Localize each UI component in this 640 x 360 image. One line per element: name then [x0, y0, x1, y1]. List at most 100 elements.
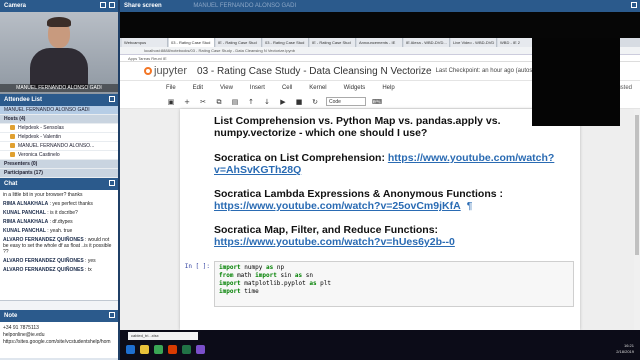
menu-item-help[interactable]: Help — [382, 85, 394, 91]
move-down-icon[interactable]: ↓ — [262, 97, 272, 107]
taskbar-icons — [126, 345, 205, 354]
attendee-item[interactable]: MANUEL FERNANDO ALONSO... — [0, 142, 118, 151]
browser-tab[interactable]: 03 - Rating Case Stud — [263, 38, 309, 47]
restart-icon[interactable]: ↻ — [310, 97, 320, 107]
menu-item-edit[interactable]: Edit — [193, 85, 203, 91]
maximize-icon[interactable] — [109, 312, 115, 318]
stop-icon[interactable]: ■ — [294, 97, 304, 107]
chat-sender: ALVARO FERNANDEZ QUIÑONES — [3, 258, 84, 264]
chat-input[interactable] — [0, 300, 118, 310]
download-item[interactable]: cabled_tri...xlsx — [128, 332, 198, 340]
notebook-scrollbar[interactable] — [634, 109, 640, 330]
maximize-icon[interactable] — [631, 2, 637, 8]
code-keyword: import — [219, 280, 241, 287]
copy-icon[interactable]: ⧉ — [214, 97, 224, 107]
attendee-label: MANUEL FERNANDO ALONSO GADI — [4, 107, 90, 113]
b1-link-part2[interactable]: v=AhSvKGTh28Q — [214, 164, 301, 176]
camera-video: MANUEL FERNANDO ALONSO GADI — [0, 12, 118, 94]
paste-icon[interactable]: ▤ — [230, 97, 240, 107]
cell-type-select[interactable]: Code — [326, 97, 366, 106]
chat-title-label: Chat — [4, 181, 18, 187]
menu-item-kernel[interactable]: Kernel — [309, 85, 326, 91]
file-explorer-icon[interactable] — [140, 345, 149, 354]
chat-sender: RIMA ALNAKHALA — [3, 219, 49, 225]
minimize-icon[interactable] — [100, 2, 106, 8]
maximize-icon[interactable] — [109, 2, 115, 8]
code-keyword: as — [309, 280, 317, 287]
jupyter-logo[interactable]: jupyter — [144, 65, 187, 77]
code-line: import time — [219, 288, 569, 296]
note-phone: +34 91 7875113 — [3, 325, 39, 331]
excel-icon[interactable] — [182, 345, 191, 354]
attendee-list: MANUEL FERNANDO ALONSO GADI Hosts (4) Help… — [0, 106, 118, 178]
clock-date: 2/18/2019 — [616, 349, 634, 354]
jupyter-orb-icon — [144, 67, 152, 75]
chat-text: : is it dscribe? — [47, 210, 78, 216]
browser-tab[interactable]: Live Video - WBD-DVD — [451, 38, 497, 47]
chat-text: : df.dtypes — [49, 219, 73, 225]
b1-link-part1[interactable]: https://www.youtube.com/watch? — [388, 152, 554, 164]
checkpoint-status: Last Checkpoint: an hour ago (autosaved) — [435, 68, 548, 74]
attendee-label: Hosts (4) — [4, 116, 26, 122]
code-editor[interactable]: import numpy as np from math import sin a… — [214, 261, 574, 307]
code-token: time — [240, 288, 259, 295]
menu-item-widgets[interactable]: Widgets — [344, 85, 366, 91]
attendee-item[interactable]: Hosts (4) — [0, 115, 118, 124]
browser-tab[interactable]: Webcampus — [122, 38, 168, 47]
user-icon — [10, 134, 15, 140]
attendee-item[interactable]: Helpdesk - Valentin — [0, 133, 118, 142]
chat-text: : yes perfect thanks — [49, 201, 93, 207]
code-token: matplotlib.pyplot — [240, 280, 310, 287]
chat-text: : yeah. true — [47, 228, 73, 234]
notebook-title[interactable]: 03 - Rating Case Study - Data Cleansing … — [197, 66, 432, 77]
cut-icon[interactable]: ✂ — [198, 97, 208, 107]
code-keyword: from — [219, 272, 234, 279]
b2-label: Socratica Lambda Expressions & Anonymous… — [214, 188, 504, 200]
chrome-icon[interactable] — [154, 345, 163, 354]
attendee-item[interactable]: Presenters (0) — [0, 160, 118, 169]
attendee-item[interactable]: MANUEL FERNANDO ALONSO GADI — [0, 106, 118, 115]
code-line: from math import sin as sn — [219, 272, 569, 280]
move-up-icon[interactable]: ↑ — [246, 97, 256, 107]
scrollbar-thumb[interactable] — [635, 115, 639, 255]
maximize-icon[interactable] — [109, 180, 115, 186]
code-keyword: import — [255, 272, 277, 279]
chat-message: ALVARO FERNANDEZ QUIÑONES : tx — [3, 267, 115, 273]
attendee-label: Veronica Castinelo — [18, 152, 60, 158]
app-icon[interactable] — [196, 345, 205, 354]
powerpoint-icon[interactable] — [168, 345, 177, 354]
socratica-lambda: Socratica Lambda Expressions & Anonymous… — [214, 188, 580, 212]
start-icon[interactable] — [126, 345, 135, 354]
menu-item-insert[interactable]: Insert — [250, 85, 265, 91]
menu-item-cell[interactable]: Cell — [282, 85, 292, 91]
browser-tab[interactable]: IE - Rating Case Stud — [310, 38, 356, 47]
note-email[interactable]: helponline@ie.edu — [3, 332, 115, 339]
browser-tab[interactable]: Announcements - IE — [357, 38, 403, 47]
b2-link[interactable]: https://www.youtube.com/watch?v=25ovCm9j… — [214, 200, 461, 212]
maximize-icon[interactable] — [109, 96, 115, 102]
attendee-item[interactable]: Helpdesk - Sensolas — [0, 124, 118, 133]
markdown-cell[interactable]: List Comprehension vs. Python Map vs. pa… — [180, 109, 580, 248]
windows-taskbar: cabled_tri...xlsx 16:21 2/18/2019 — [120, 330, 640, 360]
keyboard-icon[interactable]: ⌨ — [372, 97, 382, 107]
menu-item-file[interactable]: File — [166, 85, 176, 91]
browser-tab[interactable]: IE Alexa - WBD-DVD... — [404, 38, 450, 47]
note-link[interactable]: https://sites.google.com/site/vcstudents… — [3, 339, 115, 346]
chat-message: KUNAL PANCHAL : is it dscribe? — [3, 210, 115, 216]
run-icon[interactable]: ▶ — [278, 97, 288, 107]
save-icon[interactable]: ▣ — [166, 97, 176, 107]
browser-tab[interactable]: IE - Rating Case Stud — [216, 38, 262, 47]
attendee-item[interactable]: Participants (17) — [0, 169, 118, 178]
notebook-area: List Comprehension vs. Python Map vs. pa… — [120, 109, 640, 330]
pilcrow-anchor[interactable]: ¶ — [467, 200, 473, 212]
attendee-item[interactable]: Veronica Castinelo — [0, 151, 118, 160]
b3-link[interactable]: https://www.youtube.com/watch?v=hUes6y2b… — [214, 236, 455, 248]
attendee-panel-title: Attendee List — [0, 94, 118, 106]
chat-message: ALVARO FERNANDEZ QUIÑONES : would not be… — [3, 237, 115, 255]
chat-sender: KUNAL PANCHAL — [3, 210, 46, 216]
code-token: math — [233, 272, 256, 279]
browser-tab[interactable]: 03 - Rating Case Stud — [169, 38, 215, 47]
menu-item-view[interactable]: View — [220, 85, 233, 91]
add-cell-icon[interactable]: + — [182, 97, 192, 107]
input-prompt: In [ ]: — [184, 263, 210, 270]
